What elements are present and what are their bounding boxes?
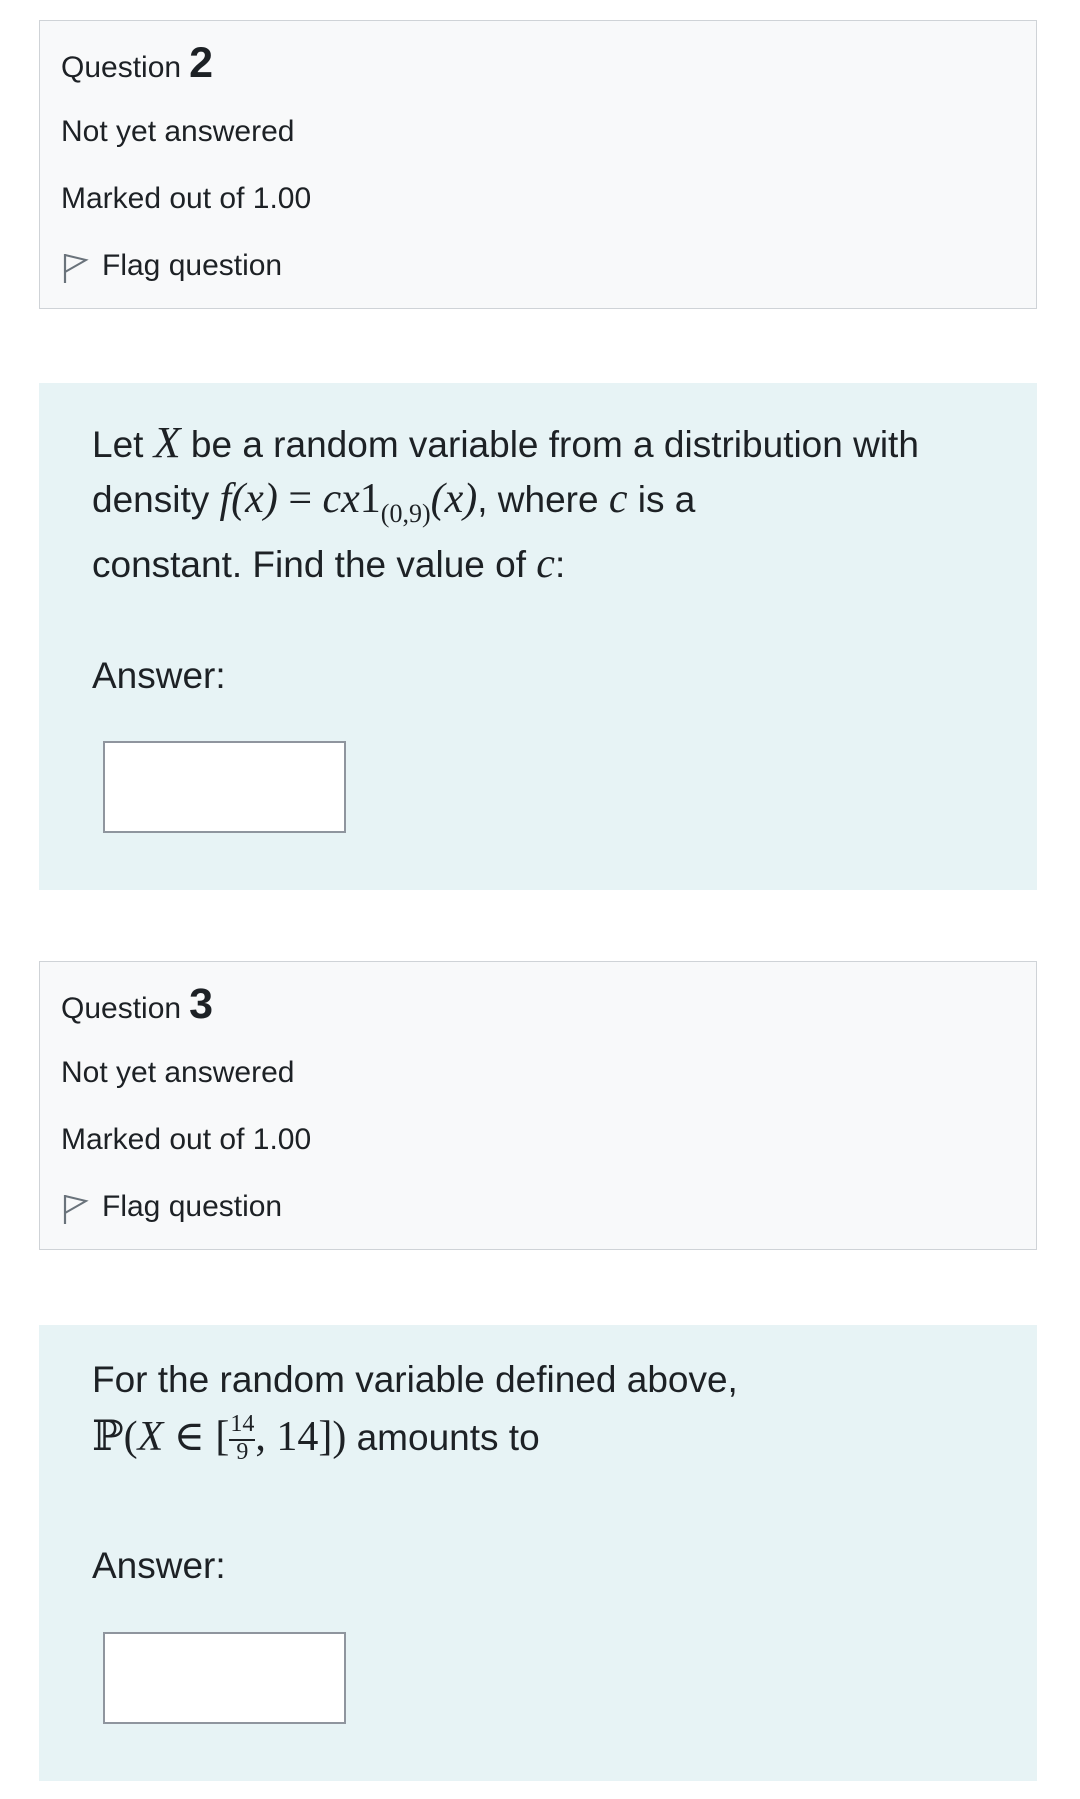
question-text-line: constant. Find the value of c: (92, 543, 565, 585)
question-text-line: density f(x) = cx1(0,9)(x), where c is a (92, 476, 696, 527)
math-variable: X (153, 418, 181, 467)
math-paren: ( (123, 1414, 138, 1460)
answer-input[interactable] (103, 741, 346, 833)
text-segment: : (554, 544, 566, 585)
question-number-heading: Question 3 (61, 980, 213, 1029)
math-expression: f(x) (219, 476, 278, 522)
question-label: Question (61, 992, 182, 1025)
question-number: 2 (189, 39, 213, 87)
text-segment: Let (92, 424, 154, 465)
question-state: Not yet answered (61, 1056, 295, 1089)
question-text-line: ℙ(X ∈ [14 9, 14]) amounts to (92, 1412, 540, 1464)
text-segment: , where (477, 479, 609, 520)
math-subscript: (0,9) (380, 499, 431, 528)
question-grade: Marked out of 1.00 (61, 1123, 312, 1156)
question-number: 3 (189, 980, 213, 1028)
answer-input[interactable] (103, 1632, 346, 1724)
text-segment: density (92, 479, 220, 520)
question-grade: Marked out of 1.00 (61, 182, 312, 215)
math-variable: X (137, 1414, 164, 1460)
question-text-line: Let X be a random variable from a distri… (92, 421, 919, 465)
math-variable: c (608, 476, 628, 522)
answer-label: Answer: (92, 1545, 226, 1586)
question-info-box: Question 3 Not yet answered Marked out of… (39, 961, 1037, 1250)
question-state: Not yet answered (61, 115, 295, 148)
flag-question-label: Flag question (102, 249, 283, 282)
math-expression: cx (322, 476, 360, 522)
text-segment: constant. Find the value of (92, 544, 537, 585)
flag-icon (63, 1195, 89, 1224)
math-paren: ) (332, 1414, 347, 1460)
text-segment: amounts to (346, 1417, 540, 1458)
math-expression: , 14] (255, 1414, 333, 1460)
flag-question-label: Flag question (102, 1190, 283, 1223)
math-indicator: 1 (359, 476, 381, 522)
text-segment: is a (627, 479, 696, 520)
question-formulation: For the random variable defined above, ℙ… (39, 1325, 1037, 1781)
question-label: Question (61, 51, 182, 84)
answer-label: Answer: (92, 655, 226, 696)
math-variable: c (536, 541, 555, 587)
fraction-numerator: 14 (230, 1411, 255, 1437)
flag-icon (63, 254, 89, 283)
math-fraction: 14 9 (229, 1412, 256, 1464)
probability-symbol: ℙ (92, 1414, 124, 1460)
math-operator: ∈ [ (163, 1414, 230, 1460)
math-expression: (x) (430, 476, 478, 522)
question-info-box: Question 2 Not yet answered Marked out of… (39, 20, 1037, 309)
question-number-heading: Question 2 (61, 39, 213, 88)
text-segment: be a random variable from a distribution… (180, 424, 919, 465)
question-text-line: For the random variable defined above, (92, 1361, 738, 1398)
fraction-denominator: 9 (236, 1439, 249, 1465)
question-formulation: Let X be a random variable from a distri… (39, 383, 1037, 890)
math-operator: = (277, 476, 323, 522)
text-segment: For the random variable defined above, (92, 1359, 738, 1400)
